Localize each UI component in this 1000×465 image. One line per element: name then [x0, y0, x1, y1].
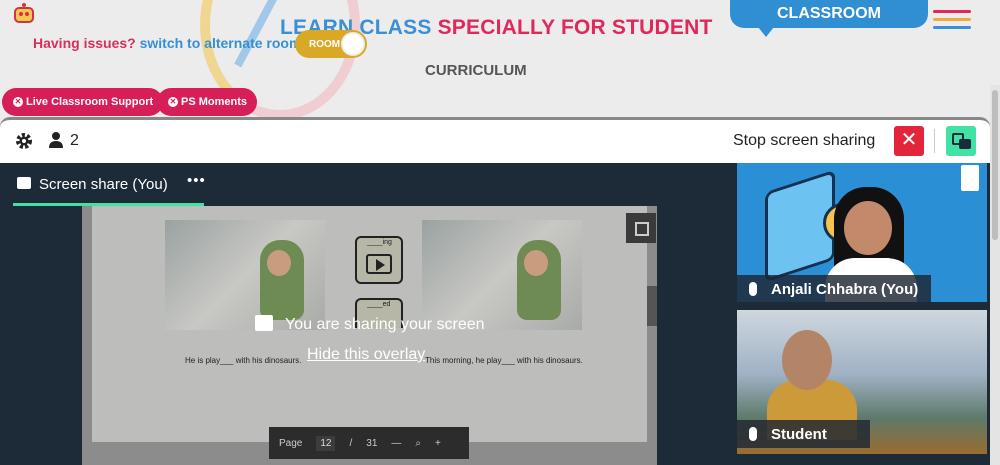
room-toggle-label: ROOM — [309, 38, 341, 50]
participant-name-bar: Anjali Chhabra (You) — [737, 275, 931, 302]
search-icon[interactable]: ⌕ — [415, 438, 421, 449]
toggle-knob — [341, 32, 365, 56]
issues-text: Having issues? — [33, 35, 136, 51]
participant-face — [844, 201, 892, 255]
banner-title-part2: SPECIALLY FOR STUDENT — [437, 16, 713, 39]
scrollbar-thumb[interactable] — [992, 90, 998, 240]
meeting-panel: 2 Stop screen sharing ✕ Screen share (Yo… — [0, 117, 990, 465]
overlay-text: You are sharing your screen — [285, 316, 485, 333]
participant-name: Anjali Chhabra (You) — [771, 280, 919, 298]
participant-name-bar: Student — [737, 420, 870, 448]
brand-badge-logo — [961, 165, 979, 191]
screen-share-icon — [255, 315, 273, 331]
stop-sharing-label: Stop screen sharing — [733, 132, 876, 149]
participants-icon[interactable] — [48, 131, 64, 149]
exercise-sentence: He is play___ with his dinosaurs. — [185, 356, 302, 365]
participant-count: 2 — [70, 132, 79, 149]
zoom-out-icon[interactable]: — — [391, 438, 401, 449]
illustration-image — [165, 220, 325, 330]
participant-video — [782, 330, 832, 390]
layout-toggle-button[interactable] — [946, 126, 976, 156]
meeting-toolbar: 2 Stop screen sharing ✕ — [0, 120, 990, 163]
page-label: Page — [279, 437, 303, 449]
box-label: ____ing — [367, 239, 392, 246]
pill-label: PS Moments — [181, 96, 248, 108]
ps-moments-button[interactable]: ✕ PS Moments — [157, 88, 258, 116]
page-navigator: Page 12 / 31 — ⌕ + — [269, 427, 469, 459]
classroom-tab[interactable]: CLASSROOM — [730, 0, 928, 37]
participant-tile-host[interactable]: Anjali Chhabra (You) — [737, 163, 987, 302]
illustration-image — [422, 220, 582, 330]
sharing-overlay-title: You are sharing your screen — [255, 315, 485, 334]
toolbar-divider — [934, 129, 935, 153]
live-classroom-support-button[interactable]: ✕ Live Classroom Support — [2, 88, 164, 116]
participant-name: Student — [771, 425, 827, 443]
menu-icon[interactable] — [933, 10, 971, 34]
microphone-icon — [749, 282, 757, 296]
page-number-input[interactable]: 12 — [316, 435, 336, 451]
expand-icon[interactable] — [626, 213, 656, 243]
hide-overlay-link[interactable]: Hide this overlay — [307, 346, 425, 364]
tab-label: Screen share (You) — [39, 176, 168, 193]
gear-icon[interactable] — [14, 131, 34, 151]
close-icon: ✕ — [13, 97, 23, 107]
participant-tile-student[interactable]: Student — [737, 310, 987, 454]
curriculum-heading: CURRICULUM — [425, 62, 527, 79]
video-box: ____ing — [355, 236, 403, 284]
alternate-room-link[interactable]: switch to alternate room — [140, 35, 302, 51]
box-label: ____ed — [367, 301, 391, 308]
stop-sharing-button[interactable]: ✕ — [894, 126, 924, 156]
app-logo[interactable] — [12, 2, 36, 24]
more-options-icon[interactable]: ••• — [187, 172, 206, 189]
page-total: 31 — [366, 437, 378, 449]
exercise-sentence: This morning, he play___ with his dinosa… — [425, 356, 583, 365]
screen-share-icon — [17, 177, 31, 189]
page-scrollbar[interactable] — [990, 85, 1000, 465]
page-separator: / — [349, 437, 353, 449]
play-icon — [366, 254, 392, 274]
issues-notice: Having issues? switch to alternate room — [33, 35, 301, 51]
room-toggle[interactable]: ROOM — [295, 30, 367, 58]
pill-label: Live Classroom Support — [26, 96, 154, 108]
tab-screen-share[interactable]: Screen share (You) ••• — [13, 170, 206, 206]
document-scrollbar[interactable] — [647, 286, 657, 326]
zoom-in-icon[interactable]: + — [435, 438, 441, 449]
shared-document: ____ing ____ed He is play___ with his di… — [82, 206, 657, 465]
microphone-icon — [749, 427, 757, 441]
close-icon: ✕ — [168, 97, 178, 107]
